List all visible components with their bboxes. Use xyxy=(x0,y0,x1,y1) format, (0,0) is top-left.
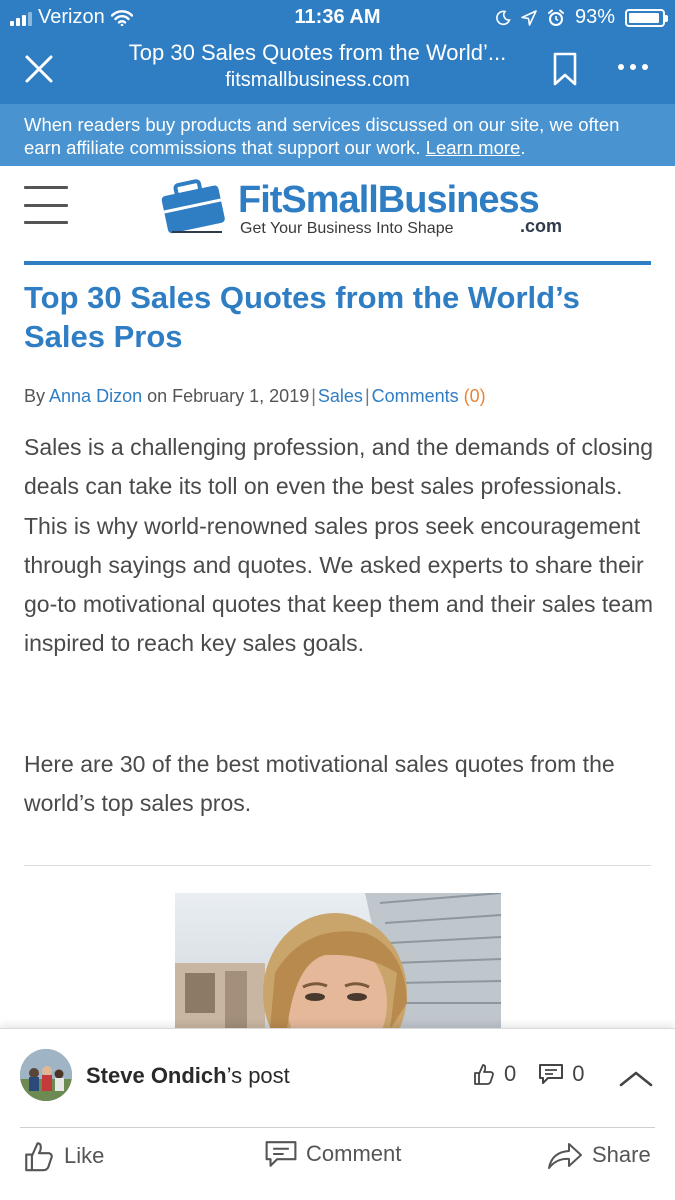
menu-icon[interactable] xyxy=(24,186,68,224)
close-icon[interactable] xyxy=(22,52,56,86)
bookmark-icon[interactable] xyxy=(552,52,578,86)
category-link[interactable]: Sales xyxy=(318,386,363,406)
page-url: fitsmallbusiness.com xyxy=(225,69,410,91)
briefcase-icon xyxy=(161,179,225,234)
chevron-up-icon[interactable] xyxy=(618,1069,654,1089)
share-button[interactable]: Share xyxy=(546,1139,651,1171)
status-bar: Verizon 11:36 AM 93% xyxy=(0,0,675,34)
share-arrow-icon xyxy=(548,1143,582,1169)
post-author: Steve Ondich’s post xyxy=(86,1063,290,1088)
header-divider xyxy=(24,261,651,265)
logo-domain: .com xyxy=(520,216,563,236)
affiliate-notice-text: When readers buy products and services d… xyxy=(24,114,620,158)
comments-link[interactable]: Comments xyxy=(372,386,459,406)
logo-tagline: Get Your Business Into Shape xyxy=(240,220,454,237)
browser-header: Top 30 Sales Quotes from the World’... f… xyxy=(0,34,675,104)
alarm-icon xyxy=(547,9,564,26)
article-paragraph: Here are 30 of the best motivational sal… xyxy=(24,751,615,817)
comments-count[interactable]: (0) xyxy=(464,386,486,406)
avatar[interactable] xyxy=(20,1049,72,1101)
article-photo xyxy=(175,893,501,1029)
author-link[interactable]: Anna Dizon xyxy=(49,386,142,406)
comment-icon xyxy=(265,1141,297,1167)
comment-count: 0 xyxy=(572,1061,585,1086)
article-paragraph: Sales is a challenging profession, and t… xyxy=(24,434,654,657)
article-title: Top 30 Sales Quotes from the World’s Sal… xyxy=(24,280,580,354)
status-right: 93% xyxy=(495,6,668,29)
post-reactions[interactable]: 0 0 xyxy=(472,1061,585,1087)
thumbs-up-icon xyxy=(25,1142,53,1172)
post-bar-divider xyxy=(20,1127,655,1128)
post-author-name[interactable]: Steve Ondich xyxy=(86,1063,227,1088)
article-byline: By Anna Dizon on February 1, 2019 | Sales |… xyxy=(24,386,486,406)
page-title-bar: Top 30 Sales Quotes from the World’... xyxy=(128,40,507,65)
comment-count-icon xyxy=(539,1064,564,1084)
post-bar: Steve Ondich’s post 0 0 Like Comment Sha… xyxy=(0,1028,675,1200)
comment-button[interactable]: Comment xyxy=(264,1139,401,1169)
like-count: 0 xyxy=(504,1061,517,1086)
battery-percent: 93% xyxy=(574,6,615,28)
affiliate-notice: When readers buy products and services d… xyxy=(0,104,675,166)
share-label: Share xyxy=(592,1142,651,1167)
moon-icon xyxy=(496,10,511,25)
more-options-icon[interactable] xyxy=(618,64,648,70)
battery-level xyxy=(629,12,659,23)
content-divider xyxy=(24,865,651,866)
logo-wordmark: FitSmallBusiness xyxy=(238,179,540,221)
like-button[interactable]: Like xyxy=(22,1139,104,1173)
learn-more-link[interactable]: Learn more xyxy=(426,137,521,158)
publish-date: on February 1, 2019 xyxy=(147,386,310,406)
comment-label: Comment xyxy=(306,1141,402,1166)
site-logo[interactable]: FitSmallBusiness Get Your Business Into … xyxy=(160,176,580,240)
thumbs-up-icon xyxy=(474,1064,494,1085)
post-actions: Like Comment Share xyxy=(0,1139,675,1189)
battery-icon xyxy=(625,8,668,27)
location-arrow-icon xyxy=(521,9,537,26)
like-label: Like xyxy=(64,1143,105,1168)
